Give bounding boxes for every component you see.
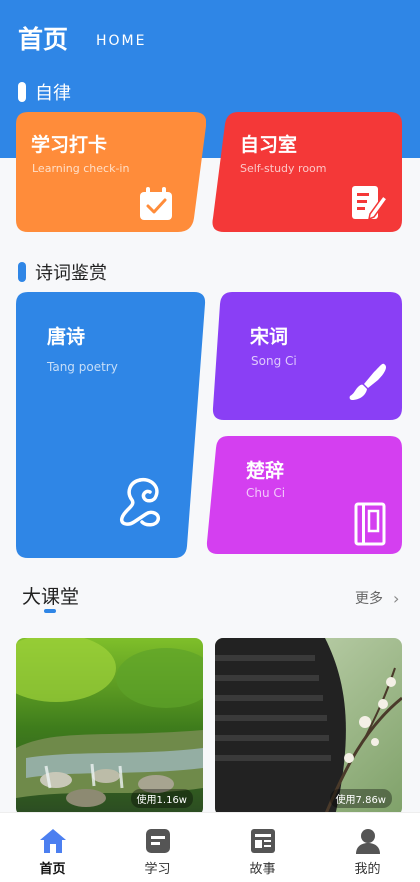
newspaper-icon bbox=[250, 829, 275, 853]
more-link[interactable]: 更多 › bbox=[355, 588, 399, 608]
user-icon bbox=[355, 829, 380, 854]
card-subtitle: Song Ci bbox=[251, 354, 297, 368]
card-title: 学习打卡 bbox=[31, 134, 108, 156]
study-room-card[interactable]: 自习室 Self-study room bbox=[212, 112, 402, 232]
section-title: 自律 bbox=[35, 83, 71, 104]
chevron-right-icon: › bbox=[393, 588, 400, 608]
home-icon bbox=[39, 829, 66, 853]
book-icon bbox=[354, 502, 386, 546]
brush-icon bbox=[349, 363, 386, 400]
section-poetry-header: 诗词鉴赏 bbox=[18, 259, 107, 285]
tab-mine[interactable]: 我的 bbox=[315, 813, 420, 882]
song-ci-card[interactable]: 宋词 Song Ci bbox=[212, 292, 402, 420]
card-subtitle: Chu Ci bbox=[246, 486, 286, 500]
page-subtitle: HOME bbox=[96, 33, 147, 49]
more-label: 更多 bbox=[355, 591, 383, 607]
card-subtitle: Tang poetry bbox=[47, 360, 118, 374]
tab-label: 我的 bbox=[354, 862, 381, 877]
tab-label: 首页 bbox=[39, 862, 66, 877]
tab-label: 故事 bbox=[249, 862, 276, 877]
page-title: 首页 bbox=[18, 25, 69, 54]
section-discipline-header: 自律 bbox=[18, 79, 71, 105]
tab-study[interactable]: 学习 bbox=[105, 813, 210, 882]
section-marker bbox=[18, 262, 26, 282]
usage-badge: 使用1.16w bbox=[130, 789, 193, 808]
card-title: 自习室 bbox=[240, 134, 298, 156]
chu-ci-card[interactable]: 楚辞 Chu Ci bbox=[206, 436, 402, 554]
card-title: 宋词 bbox=[250, 326, 289, 348]
checkin-card[interactable]: 学习打卡 Learning check-in bbox=[16, 112, 206, 232]
card-title: 楚辞 bbox=[246, 460, 285, 482]
section-title: 诗词鉴赏 bbox=[35, 263, 107, 284]
card-shape bbox=[16, 292, 206, 558]
calendar-check-icon bbox=[140, 187, 172, 220]
tang-poetry-card[interactable]: 唐诗 Tang poetry bbox=[16, 292, 206, 558]
lecture-item[interactable]: 使用1.16w bbox=[16, 638, 203, 816]
section-marker bbox=[18, 82, 26, 102]
note-pen-icon bbox=[352, 186, 388, 221]
bottom-tab-bar: 首页 学习 故事 我的 bbox=[0, 812, 420, 882]
card-title: 唐诗 bbox=[47, 326, 86, 348]
tab-stories[interactable]: 故事 bbox=[210, 813, 315, 882]
lecture-item[interactable]: 使用7.86w bbox=[215, 638, 402, 816]
lecture-title-underline bbox=[44, 609, 56, 613]
tab-home[interactable]: 首页 bbox=[0, 813, 105, 882]
jade-ornament-icon bbox=[119, 477, 161, 527]
card-subtitle: Self-study room bbox=[240, 162, 327, 175]
tab-label: 学习 bbox=[144, 862, 171, 877]
notebook-icon bbox=[145, 829, 170, 853]
card-subtitle: Learning check-in bbox=[32, 162, 130, 175]
usage-badge: 使用7.86w bbox=[329, 789, 392, 808]
lecture-section-title: 大课堂 bbox=[22, 586, 80, 608]
